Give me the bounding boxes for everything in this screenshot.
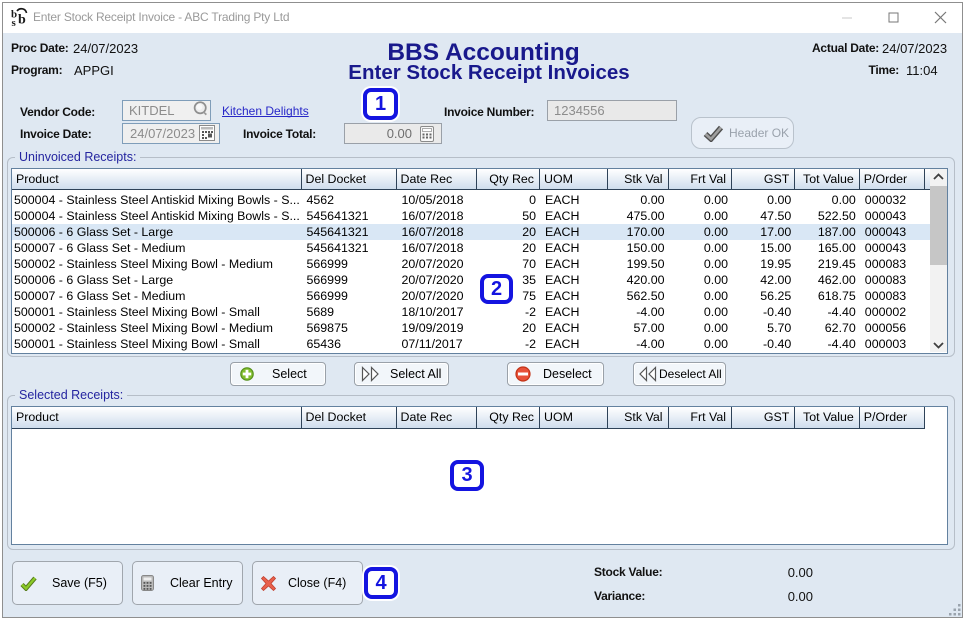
svg-text:s: s [12,17,17,27]
svg-text:b: b [18,13,26,28]
